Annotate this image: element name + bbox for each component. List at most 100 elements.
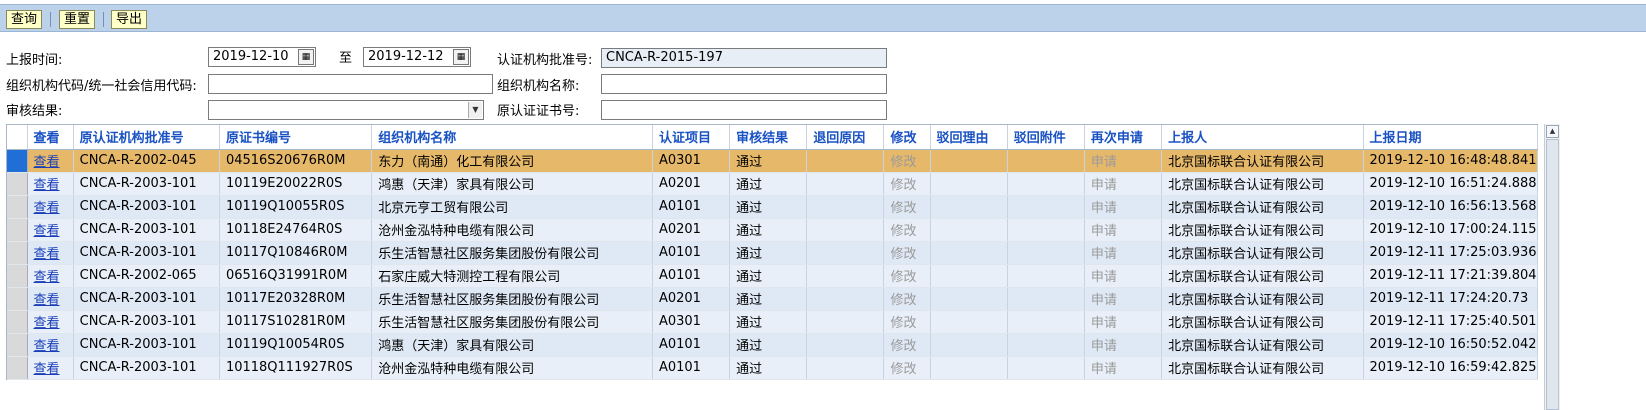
- row-selector[interactable]: [7, 149, 28, 173]
- view-link-cell[interactable]: 查看: [27, 149, 74, 173]
- col-header-cert-item[interactable]: 认证项目: [652, 125, 731, 150]
- row-selector[interactable]: [7, 333, 28, 357]
- org-code-input[interactable]: [208, 74, 493, 94]
- reapply-link-cell[interactable]: 申请: [1084, 195, 1163, 219]
- edit-link[interactable]: 修改: [890, 155, 916, 170]
- approval-no-field[interactable]: CNCA-R-2015-197: [601, 48, 887, 68]
- reapply-link[interactable]: 申请: [1091, 201, 1117, 216]
- export-button[interactable]: 导出: [111, 10, 148, 29]
- table-row[interactable]: 查看 CNCA-R-2003-101 10117S10281R0M 乐生活智慧社区服务…: [7, 310, 1539, 334]
- table-row[interactable]: 查看 CNCA-R-2003-101 10119E20022R0S 鸿惠（天津）家具有…: [7, 172, 1539, 196]
- edit-link[interactable]: 修改: [890, 247, 916, 262]
- table-row[interactable]: 查看 CNCA-R-2002-065 06516Q31991R0M 石家庄威大特测控工…: [7, 264, 1539, 288]
- edit-link-cell[interactable]: 修改: [883, 172, 931, 196]
- view-link-cell[interactable]: 查看: [27, 356, 74, 380]
- date-from-field[interactable]: 2019-12-10 ▦: [208, 47, 316, 67]
- col-header-reject-reason[interactable]: 驳回理由: [930, 125, 1008, 150]
- edit-link-cell[interactable]: 修改: [883, 356, 931, 380]
- edit-link[interactable]: 修改: [890, 362, 916, 377]
- row-selector[interactable]: [7, 195, 28, 219]
- view-link-cell[interactable]: 查看: [27, 333, 74, 357]
- col-header-reapply[interactable]: 再次申请: [1084, 125, 1163, 150]
- view-link[interactable]: 查看: [34, 247, 60, 262]
- reapply-link[interactable]: 申请: [1091, 178, 1117, 193]
- query-button[interactable]: 查询: [6, 10, 43, 29]
- view-link-cell[interactable]: 查看: [27, 218, 74, 242]
- col-header-view[interactable]: 查看: [27, 125, 74, 150]
- view-link[interactable]: 查看: [34, 293, 60, 308]
- view-link-cell[interactable]: 查看: [27, 172, 74, 196]
- reapply-link-cell[interactable]: 申请: [1084, 333, 1163, 357]
- chevron-down-icon[interactable]: ▼: [468, 102, 482, 118]
- col-header-report-date[interactable]: 上报日期: [1363, 125, 1539, 150]
- view-link-cell[interactable]: 查看: [27, 195, 74, 219]
- audit-result-select[interactable]: ▼: [208, 100, 484, 120]
- vertical-scrollbar[interactable]: ▲: [1544, 124, 1560, 410]
- view-link-cell[interactable]: 查看: [27, 241, 74, 265]
- reset-button[interactable]: 重置: [59, 10, 96, 29]
- reapply-link[interactable]: 申请: [1091, 339, 1117, 354]
- orig-cert-input[interactable]: [601, 100, 887, 120]
- reapply-link-cell[interactable]: 申请: [1084, 264, 1163, 288]
- view-link-cell[interactable]: 查看: [27, 287, 74, 311]
- col-header-org-name[interactable]: 组织机构名称: [371, 125, 653, 150]
- reapply-link[interactable]: 申请: [1091, 155, 1117, 170]
- table-row[interactable]: 查看 CNCA-R-2003-101 10117E20328R0M 乐生活智慧社区服务…: [7, 287, 1539, 311]
- scrollbar-thumb[interactable]: [1546, 139, 1559, 410]
- calendar-icon[interactable]: ▦: [453, 49, 469, 65]
- edit-link[interactable]: 修改: [890, 178, 916, 193]
- row-selector[interactable]: [7, 264, 28, 288]
- reapply-link[interactable]: 申请: [1091, 270, 1117, 285]
- scroll-up-arrow-icon[interactable]: ▲: [1546, 125, 1559, 138]
- view-link[interactable]: 查看: [34, 201, 60, 216]
- table-row[interactable]: 查看 CNCA-R-2002-045 04516S20676R0M 东力（南通）化工有…: [7, 149, 1539, 173]
- col-header-approval-no[interactable]: 原认证机构批准号: [73, 125, 220, 150]
- view-link[interactable]: 查看: [34, 270, 60, 285]
- reapply-link[interactable]: 申请: [1091, 362, 1117, 377]
- reapply-link[interactable]: 申请: [1091, 224, 1117, 239]
- view-link[interactable]: 查看: [34, 339, 60, 354]
- col-header-reject-attachment[interactable]: 驳回附件: [1007, 125, 1085, 150]
- view-link-cell[interactable]: 查看: [27, 264, 74, 288]
- org-name-input[interactable]: [601, 74, 887, 94]
- col-header-edit[interactable]: 修改: [883, 125, 931, 150]
- table-row[interactable]: 查看 CNCA-R-2003-101 10118Q111927R0S 沧州金泓特种电缆…: [7, 356, 1539, 380]
- reapply-link[interactable]: 申请: [1091, 247, 1117, 262]
- edit-link-cell[interactable]: 修改: [883, 310, 931, 334]
- edit-link[interactable]: 修改: [890, 316, 916, 331]
- reapply-link-cell[interactable]: 申请: [1084, 356, 1163, 380]
- row-selector[interactable]: [7, 310, 28, 334]
- view-link-cell[interactable]: 查看: [27, 310, 74, 334]
- col-header-cert-no[interactable]: 原证书编号: [219, 125, 373, 150]
- date-to-field[interactable]: 2019-12-12 ▦: [363, 47, 471, 67]
- edit-link[interactable]: 修改: [890, 270, 916, 285]
- edit-link-cell[interactable]: 修改: [883, 333, 931, 357]
- table-row[interactable]: 查看 CNCA-R-2003-101 10117Q10846R0M 乐生活智慧社区服务…: [7, 241, 1539, 265]
- view-link[interactable]: 查看: [34, 224, 60, 239]
- row-selector[interactable]: [7, 218, 28, 242]
- row-selector[interactable]: [7, 287, 28, 311]
- edit-link-cell[interactable]: 修改: [883, 149, 931, 173]
- edit-link-cell[interactable]: 修改: [883, 264, 931, 288]
- calendar-icon[interactable]: ▦: [298, 49, 314, 65]
- view-link[interactable]: 查看: [34, 316, 60, 331]
- view-link[interactable]: 查看: [34, 155, 60, 170]
- reapply-link-cell[interactable]: 申请: [1084, 287, 1163, 311]
- edit-link-cell[interactable]: 修改: [883, 195, 931, 219]
- edit-link-cell[interactable]: 修改: [883, 287, 931, 311]
- edit-link-cell[interactable]: 修改: [883, 241, 931, 265]
- reapply-link-cell[interactable]: 申请: [1084, 310, 1163, 334]
- reapply-link[interactable]: 申请: [1091, 293, 1117, 308]
- edit-link-cell[interactable]: 修改: [883, 218, 931, 242]
- edit-link[interactable]: 修改: [890, 201, 916, 216]
- row-selector[interactable]: [7, 356, 28, 380]
- reapply-link-cell[interactable]: 申请: [1084, 218, 1163, 242]
- col-header-audit-result[interactable]: 审核结果: [729, 125, 808, 150]
- row-selector[interactable]: [7, 241, 28, 265]
- row-selector[interactable]: [7, 172, 28, 196]
- reapply-link-cell[interactable]: 申请: [1084, 241, 1163, 265]
- edit-link[interactable]: 修改: [890, 224, 916, 239]
- reapply-link[interactable]: 申请: [1091, 316, 1117, 331]
- view-link[interactable]: 查看: [34, 362, 60, 377]
- view-link[interactable]: 查看: [34, 178, 60, 193]
